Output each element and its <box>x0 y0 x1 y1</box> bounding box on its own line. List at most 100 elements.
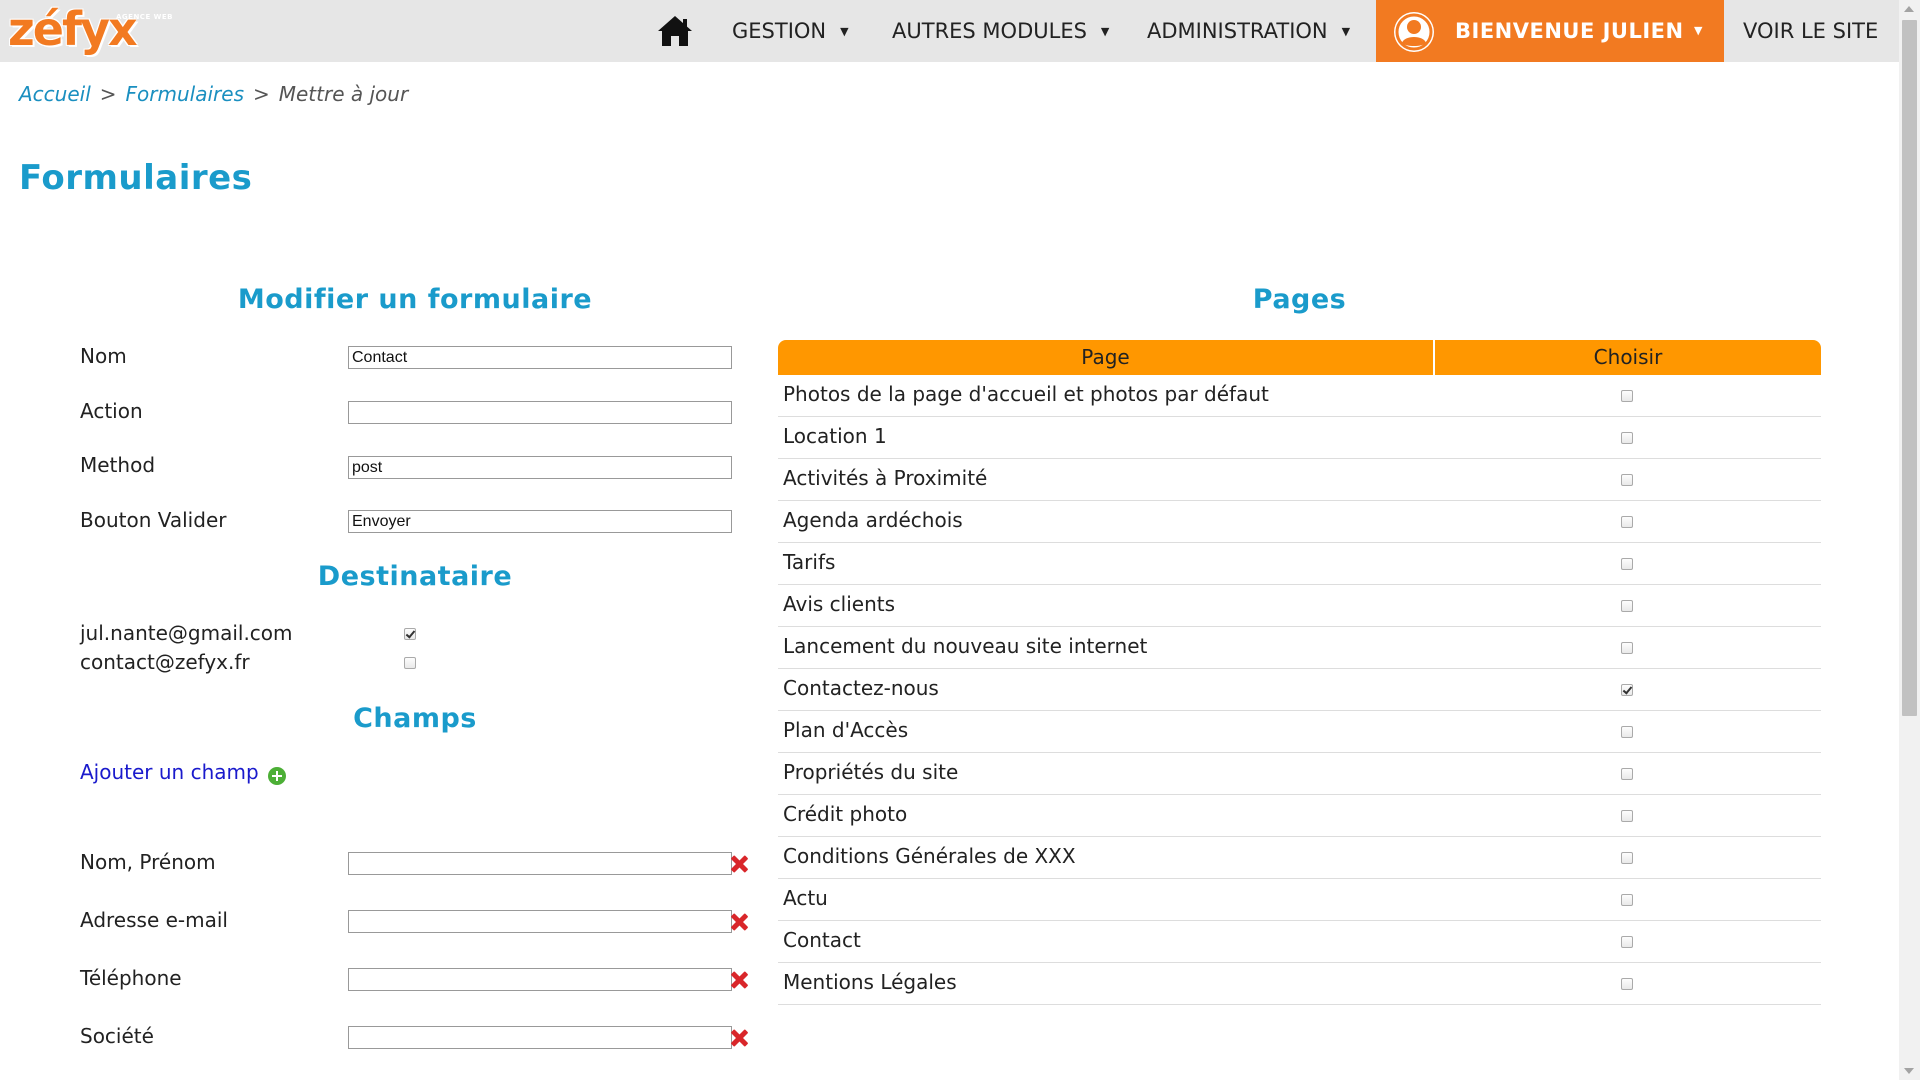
user-menu-label: BIENVENUE JULIEN <box>1455 19 1684 43</box>
table-row: Photos de la page d'accueil et photos pa… <box>778 375 1821 417</box>
breadcrumb-separator: > <box>252 82 270 106</box>
page-select-checkbox[interactable] <box>1621 642 1633 654</box>
table-row: Location 1 <box>778 417 1821 459</box>
logo-wordmark: zéfyx <box>8 2 138 56</box>
add-circle-icon[interactable] <box>268 767 286 785</box>
add-field-link[interactable]: Ajouter un champ <box>80 760 259 784</box>
page-select-checkbox[interactable] <box>1621 600 1633 612</box>
pages-table-header: Page Choisir <box>778 340 1821 375</box>
nav-autres-modules-label: AUTRES MODULES <box>892 19 1087 43</box>
field-label-method: Method <box>80 453 156 477</box>
table-row: Contactez-nous <box>778 669 1821 711</box>
page-title: Formulaires <box>19 158 253 198</box>
page-select-checkbox[interactable] <box>1621 558 1633 570</box>
breadcrumb-separator: > <box>99 82 117 106</box>
nav-gestion[interactable]: GESTION ▼ <box>732 0 849 62</box>
nav-administration[interactable]: ADMINISTRATION ▼ <box>1147 0 1350 62</box>
caret-down-icon: ▼ <box>1694 24 1703 37</box>
edit-form-title: Modifier un formulaire <box>237 284 593 315</box>
caret-down-icon: ▼ <box>840 25 849 38</box>
nom-input[interactable] <box>348 346 732 369</box>
page-select-checkbox[interactable] <box>1621 894 1633 906</box>
field-label-action: Action <box>80 399 143 423</box>
page-name: Location 1 <box>783 424 887 448</box>
breadcrumb-forms[interactable]: Formulaires <box>126 82 244 106</box>
page-name: Contact <box>783 928 861 952</box>
recipient-checkbox-2[interactable] <box>404 657 416 669</box>
caret-down-icon: ▼ <box>1100 25 1110 38</box>
page-select-checkbox[interactable] <box>1621 936 1633 948</box>
table-row: Plan d'Accès <box>778 711 1821 753</box>
custom-field-label: Adresse e-mail <box>80 908 228 932</box>
page-select-checkbox[interactable] <box>1621 516 1633 528</box>
scroll-down-icon[interactable] <box>1904 1068 1914 1074</box>
delete-x-icon[interactable] <box>730 855 748 873</box>
zefyx-logo[interactable]: zéfyx AGENCE WEB <box>6 2 180 58</box>
breadcrumb-current: Mettre à jour <box>278 82 409 106</box>
scroll-up-icon[interactable] <box>1904 6 1914 12</box>
recipient-email-2: contact@zefyx.fr <box>80 650 250 674</box>
table-row: Agenda ardéchois <box>778 501 1821 543</box>
caret-down-icon: ▼ <box>1341 25 1351 38</box>
custom-field-label: Nom, Prénom <box>80 850 216 874</box>
breadcrumb-home[interactable]: Accueil <box>19 82 91 106</box>
page-select-checkbox[interactable] <box>1621 768 1633 780</box>
page-select-checkbox[interactable] <box>1621 852 1633 864</box>
page-select-checkbox[interactable] <box>1621 810 1633 822</box>
delete-x-icon[interactable] <box>730 1029 748 1047</box>
table-row: Tarifs <box>778 543 1821 585</box>
page-name: Photos de la page d'accueil et photos pa… <box>783 382 1269 406</box>
page-name: Tarifs <box>783 550 836 574</box>
nav-autres-modules[interactable]: AUTRES MODULES ▼ <box>892 0 1109 62</box>
nav-administration-label: ADMINISTRATION <box>1147 19 1328 43</box>
delete-x-icon[interactable] <box>730 913 748 931</box>
page-name: Lancement du nouveau site internet <box>783 634 1148 658</box>
page-select-checkbox[interactable] <box>1621 432 1633 444</box>
page-name: Contactez-nous <box>783 676 939 700</box>
column-header-page: Page <box>778 340 1435 375</box>
page-name: Plan d'Accès <box>783 718 909 742</box>
logo-tagline: AGENCE WEB <box>116 13 173 21</box>
page-name: Agenda ardéchois <box>783 508 963 532</box>
method-input[interactable] <box>348 456 732 479</box>
custom-field-label: Société <box>80 1024 154 1048</box>
recipient-email-1: jul.nante@gmail.com <box>80 621 293 645</box>
field-label-nom: Nom <box>80 344 127 368</box>
page-name: Mentions Légales <box>783 970 957 994</box>
home-icon[interactable] <box>656 14 694 48</box>
custom-field-input[interactable] <box>348 910 732 933</box>
page-scrollbar[interactable] <box>1899 0 1920 1080</box>
delete-x-icon[interactable] <box>730 971 748 989</box>
recipient-checkbox-1[interactable] <box>404 628 416 640</box>
action-input[interactable] <box>348 401 732 424</box>
view-site-link[interactable]: VOIR LE SITE <box>1743 0 1878 62</box>
breadcrumb: Accueil > Formulaires > Mettre à jour <box>19 82 408 106</box>
user-menu[interactable]: BIENVENUE JULIEN ▼ <box>1376 0 1724 62</box>
table-row: Crédit photo <box>778 795 1821 837</box>
page-name: Crédit photo <box>783 802 908 826</box>
page-name: Propriétés du site <box>783 760 959 784</box>
recipients-title: Destinataire <box>317 561 513 592</box>
table-row: Propriétés du site <box>778 753 1821 795</box>
page-name: Conditions Générales de XXX <box>783 844 1076 868</box>
pages-title: Pages <box>1252 284 1347 315</box>
page-select-checkbox[interactable] <box>1621 978 1633 990</box>
column-header-choose: Choisir <box>1593 345 1663 369</box>
field-label-bouton-valider: Bouton Valider <box>80 508 227 532</box>
page-name: Avis clients <box>783 592 896 616</box>
table-row: Actu <box>778 879 1821 921</box>
custom-field-input[interactable] <box>348 968 732 991</box>
table-row: Mentions Légales <box>778 963 1821 1005</box>
custom-field-input[interactable] <box>348 1026 732 1049</box>
fields-title: Champs <box>353 703 477 734</box>
page-select-checkbox[interactable] <box>1621 474 1633 486</box>
table-row: Activités à Proximité <box>778 459 1821 501</box>
custom-field-input[interactable] <box>348 852 732 875</box>
page-select-checkbox[interactable] <box>1621 390 1633 402</box>
nav-gestion-label: GESTION <box>732 19 827 43</box>
submit-label-input[interactable] <box>348 510 732 533</box>
table-row: Lancement du nouveau site internet <box>778 627 1821 669</box>
page-select-checkbox[interactable] <box>1621 726 1633 738</box>
scrollbar-thumb[interactable] <box>1902 20 1917 716</box>
page-select-checkbox[interactable] <box>1621 684 1633 696</box>
